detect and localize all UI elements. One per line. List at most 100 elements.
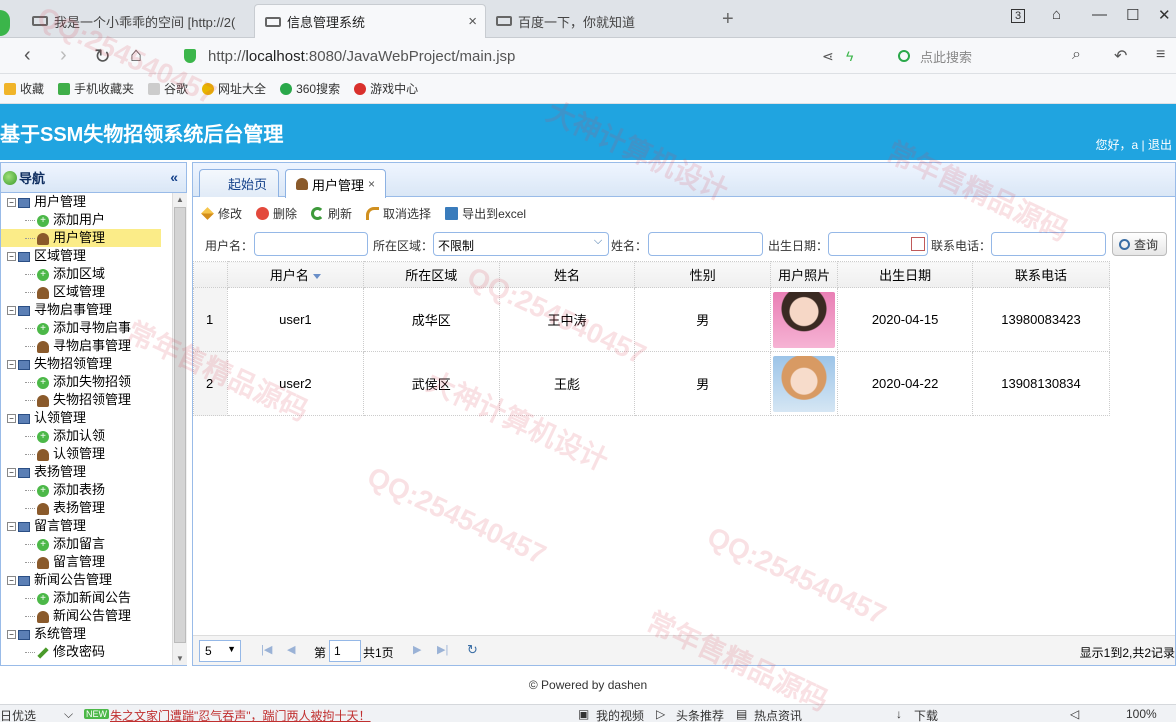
menu-icon[interactable]: ≡ — [1156, 46, 1165, 64]
maximize-icon[interactable]: ☐ — [1126, 6, 1139, 24]
scroll-thumb[interactable] — [174, 207, 186, 643]
tab-home[interactable]: 起始页 — [199, 169, 279, 197]
reload-icon[interactable]: ↻ — [467, 642, 478, 658]
collapse-toggle-icon[interactable]: − — [7, 414, 16, 424]
nav-group[interactable]: − 认领管理 — [1, 409, 171, 427]
zoom-level[interactable]: 100% — [1126, 707, 1157, 721]
tab-close-icon[interactable]: × — [368, 177, 375, 191]
nav-item[interactable]: + 添加寻物启事 — [1, 319, 171, 337]
first-page-icon[interactable]: |◀ — [261, 643, 272, 656]
cancel-select-button[interactable]: 取消选择 — [366, 205, 431, 222]
birth-date-input[interactable] — [828, 232, 928, 256]
nav-item[interactable]: 留言管理 — [1, 553, 171, 571]
nav-scrollbar[interactable]: ▲ ▼ — [172, 193, 187, 665]
next-page-icon[interactable]: ▶ — [413, 643, 421, 656]
nav-item[interactable]: + 添加失物招领 — [1, 373, 171, 391]
browser-search-input[interactable]: 点此搜索 — [898, 44, 1098, 68]
nav-item[interactable]: + 添加区域 — [1, 265, 171, 283]
download-label[interactable]: 下载 — [914, 707, 938, 722]
column-header-area[interactable]: 所在区域 — [362, 261, 500, 288]
nav-group[interactable]: − 用户管理 — [1, 193, 171, 211]
skin-icon[interactable]: ⌂ — [1052, 6, 1061, 23]
nav-item[interactable]: 用户管理 — [1, 229, 161, 247]
nav-item[interactable]: 新闻公告管理 — [1, 607, 171, 625]
lightning-icon[interactable]: ϟ — [846, 48, 853, 64]
prev-page-icon[interactable]: ◀ — [287, 643, 295, 656]
delete-button[interactable]: 删除 — [256, 205, 297, 222]
username-input[interactable] — [254, 232, 368, 256]
favorite-item[interactable]: 360搜索 — [280, 80, 340, 97]
column-header-birth[interactable]: 出生日期 — [837, 261, 973, 288]
reload-icon[interactable]: ↻ — [94, 44, 111, 69]
share-icon[interactable]: ⋖ — [822, 48, 834, 65]
nav-item[interactable]: 表扬管理 — [1, 499, 171, 517]
tab-user-management[interactable]: 用户管理 × — [285, 169, 387, 198]
scroll-up-icon[interactable]: ▲ — [176, 195, 184, 204]
area-select[interactable]: 不限制 ⌵ — [433, 232, 609, 256]
nav-item[interactable]: 失物招领管理 — [1, 391, 171, 409]
forward-icon[interactable]: › — [60, 44, 67, 67]
calendar-icon[interactable] — [911, 237, 925, 251]
collapse-toggle-icon[interactable]: − — [7, 198, 16, 208]
collapse-toggle-icon[interactable]: − — [7, 468, 16, 478]
video-icon[interactable]: ▣ — [578, 707, 589, 721]
download-icon[interactable]: ↓ — [896, 707, 902, 721]
undo-icon[interactable]: ↶ — [1114, 46, 1127, 66]
page-number-input[interactable]: 1 — [329, 640, 361, 662]
back-icon[interactable]: ‹ — [24, 44, 31, 67]
browser-tab-3[interactable]: 百度一下，你就知道 — [486, 4, 716, 38]
favorite-item[interactable]: 手机收藏夹 — [58, 80, 134, 97]
nav-item[interactable]: 寻物启事管理 — [1, 337, 171, 355]
browser-tab-2[interactable]: 信息管理系统 × — [254, 4, 486, 38]
status-item-hot[interactable]: 热点资讯 — [754, 707, 802, 722]
nav-group[interactable]: − 失物招领管理 — [1, 355, 171, 373]
refresh-button[interactable]: 刷新 — [311, 205, 352, 222]
nav-item[interactable]: + 添加留言 — [1, 535, 171, 553]
scroll-down-icon[interactable]: ▼ — [176, 654, 184, 663]
collapse-icon[interactable]: « — [170, 169, 178, 185]
column-header-photo[interactable]: 用户照片 — [770, 261, 839, 288]
collapse-toggle-icon[interactable]: − — [7, 252, 16, 262]
nav-item[interactable]: 修改密码 — [1, 643, 171, 661]
favorite-item[interactable]: 网址大全 — [202, 80, 266, 97]
collapse-toggle-icon[interactable]: − — [7, 630, 16, 640]
column-header-username[interactable]: 用户名 — [226, 261, 364, 288]
nav-item[interactable]: + 添加表扬 — [1, 481, 171, 499]
nav-item[interactable]: 认领管理 — [1, 445, 171, 463]
news-icon[interactable]: ▤ — [736, 707, 747, 721]
collapse-toggle-icon[interactable]: − — [7, 360, 16, 370]
tab-count-badge[interactable]: 3 — [1011, 9, 1026, 23]
chevron-down-icon[interactable]: ⌵ — [64, 707, 73, 722]
status-item-headline[interactable]: 头条推荐 — [676, 707, 724, 722]
table-row[interactable]: 2 user2 武侯区 王彪 男 2020-04-22 13908130834 — [193, 351, 1110, 416]
browser-tab-1[interactable]: 我是一个小乖乖的空间 [http://2( — [22, 4, 252, 38]
user-greeting-logout[interactable]: 您好，a | 退出 — [1096, 136, 1172, 153]
name-input[interactable] — [648, 232, 763, 256]
nav-item[interactable]: 区域管理 — [1, 283, 171, 301]
table-row[interactable]: 1 user1 成华区 王中涛 男 2020-04-15 13980083423 — [193, 287, 1110, 352]
search-icon[interactable]: ⌕ — [1072, 46, 1081, 64]
column-header-name[interactable]: 姓名 — [498, 261, 636, 288]
nav-group[interactable]: − 表扬管理 — [1, 463, 171, 481]
minimize-icon[interactable]: — — [1092, 6, 1107, 23]
favorite-item[interactable]: 游戏中心 — [354, 80, 418, 97]
collapse-toggle-icon[interactable]: − — [7, 522, 16, 532]
nav-group[interactable]: − 区域管理 — [1, 247, 171, 265]
tab-close-icon[interactable]: × — [468, 13, 477, 30]
favorite-item[interactable]: 收藏 — [4, 80, 44, 97]
column-header-phone[interactable]: 联系电话 — [972, 261, 1110, 288]
page-size-select[interactable]: 5 ▼ — [199, 640, 241, 662]
column-header-gender[interactable]: 性别 — [634, 261, 772, 288]
phone-input[interactable] — [991, 232, 1106, 256]
nav-group[interactable]: − 新闻公告管理 — [1, 571, 171, 589]
volume-icon[interactable]: ◁ — [1070, 707, 1079, 721]
nav-group[interactable]: − 留言管理 — [1, 517, 171, 535]
collapse-toggle-icon[interactable]: − — [7, 576, 16, 586]
nav-item[interactable]: + 添加新闻公告 — [1, 589, 171, 607]
close-window-icon[interactable]: ✕ — [1158, 6, 1171, 24]
url-field[interactable]: http://localhost:8080/JavaWebProject/mai… — [184, 44, 884, 68]
status-left[interactable]: 日优选 — [0, 707, 36, 722]
nav-item[interactable]: + 添加用户 — [1, 211, 171, 229]
new-tab-button[interactable]: + — [722, 8, 734, 31]
play-icon[interactable]: ▷ — [656, 707, 665, 721]
